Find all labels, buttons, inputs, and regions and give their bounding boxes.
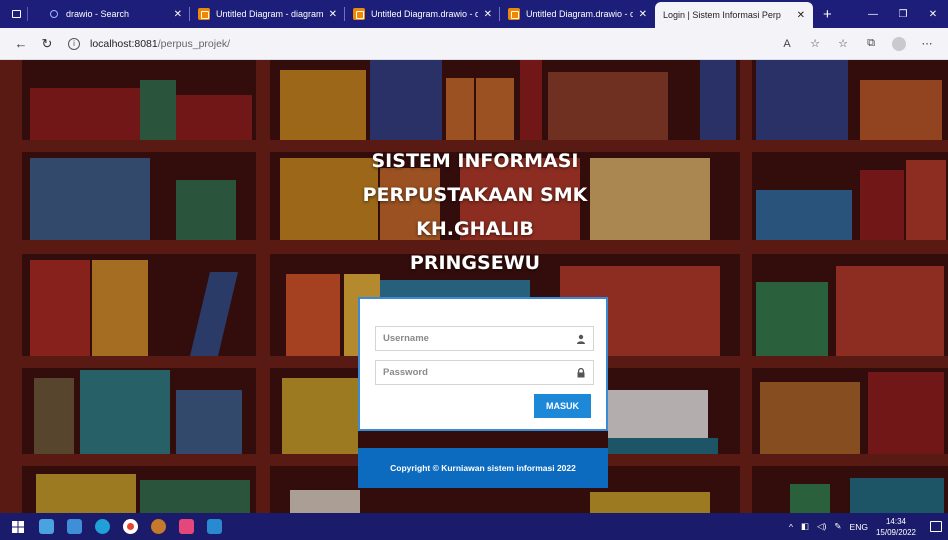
title-line: PERPUSTAKAAN SMK — [362, 184, 588, 206]
app-icon[interactable] — [144, 513, 172, 540]
drawio-icon — [353, 8, 365, 20]
clock[interactable]: 14:34 15/09/2022 — [876, 516, 916, 538]
network-icon[interactable]: ◧ — [801, 521, 809, 532]
codeblocks-icon[interactable] — [172, 513, 200, 540]
browser-tab[interactable]: Untitled Diagram.drawio - di ✕ — [500, 0, 655, 28]
page-title: SISTEM INFORMASI PERPUSTAKAAN SMK KH.GHA… — [330, 144, 620, 280]
close-icon[interactable]: ✕ — [797, 10, 805, 21]
close-icon[interactable]: ✕ — [639, 9, 647, 20]
avatar[interactable] — [892, 36, 906, 51]
restore-icon[interactable]: ❐ — [888, 9, 918, 20]
favorites-icon[interactable]: ☆ — [832, 37, 854, 50]
url-path: /perpus_projek/ — [157, 37, 231, 50]
taskbar: ^ ◧ ◁) ✎ ENG 14:34 15/09/2022 — [0, 513, 948, 540]
browser-tab[interactable]: Untitled Diagram.drawio - di ✕ — [345, 0, 500, 28]
collections-icon[interactable]: ⧉ — [860, 37, 882, 50]
search-icon — [50, 10, 58, 18]
back-icon[interactable]: ← — [8, 36, 34, 51]
close-icon[interactable]: ✕ — [484, 9, 492, 20]
login-page: SISTEM INFORMASI PERPUSTAKAAN SMK KH.GHA… — [0, 60, 948, 513]
minimize-icon[interactable]: — — [858, 9, 888, 20]
notification-icon[interactable] — [930, 521, 942, 532]
login-form: MASUK — [358, 297, 608, 431]
chevron-up-icon[interactable]: ^ — [789, 522, 793, 532]
file-explorer-icon[interactable] — [60, 513, 88, 540]
lock-icon — [577, 367, 585, 377]
address-bar-actions: A ☆ ☆ ⧉ ⋯ — [776, 36, 948, 51]
system-tray: ^ ◧ ◁) ✎ ENG 14:34 15/09/2022 — [789, 516, 948, 538]
url-field[interactable]: i localhost:8081/perpus_projek/ — [68, 37, 231, 50]
more-icon[interactable]: ⋯ — [916, 37, 938, 50]
add-favorite-icon[interactable]: ☆ — [804, 37, 826, 50]
notepad-icon[interactable] — [32, 513, 60, 540]
close-icon[interactable]: ✕ — [174, 9, 182, 20]
copyright-footer: Copyright © Kurniawan sistem informasi 2… — [358, 448, 608, 488]
username-field[interactable] — [375, 326, 594, 351]
browser-tab-strip: drawio - Search ✕ Untitled Diagram - dia… — [0, 0, 948, 28]
address-bar: ← ↻ i localhost:8081/perpus_projek/ A ☆ … — [0, 28, 948, 60]
drawio-icon — [508, 8, 520, 20]
window-controls: — ❐ ✕ — [858, 0, 948, 28]
close-window-icon[interactable]: ✕ — [918, 8, 948, 20]
title-line: SISTEM INFORMASI — [371, 150, 579, 172]
language-indicator[interactable]: ENG — [850, 522, 868, 532]
title-line: PRINGSEWU — [409, 252, 541, 274]
read-aloud-icon[interactable]: A — [776, 38, 798, 50]
username-input[interactable] — [383, 333, 576, 344]
password-field[interactable] — [375, 360, 594, 385]
login-button[interactable]: MASUK — [534, 394, 591, 418]
info-icon[interactable]: i — [68, 37, 80, 50]
title-line: KH.GHALIB — [416, 218, 534, 240]
chrome-icon[interactable] — [116, 513, 144, 540]
browser-tab-active[interactable]: Login | Sistem Informasi Perp ✕ — [655, 2, 813, 28]
browser-tab[interactable]: Untitled Diagram - diagrams ✕ — [190, 0, 345, 28]
password-input[interactable] — [383, 367, 576, 378]
tab-actions-icon[interactable] — [12, 10, 21, 18]
url-host: localhost:8081 — [90, 37, 158, 50]
user-icon — [577, 334, 585, 344]
reload-icon[interactable]: ↻ — [34, 36, 60, 52]
new-tab-button[interactable]: + — [823, 6, 832, 23]
pen-icon[interactable]: ✎ — [834, 521, 841, 532]
tab-actions[interactable] — [0, 0, 40, 28]
start-icon[interactable] — [4, 513, 32, 540]
edge-icon[interactable] — [88, 513, 116, 540]
browser-tab[interactable]: drawio - Search ✕ — [40, 0, 190, 28]
close-icon[interactable]: ✕ — [329, 9, 337, 20]
drawio-icon — [198, 8, 210, 20]
volume-icon[interactable]: ◁) — [817, 521, 826, 532]
photos-icon[interactable] — [200, 513, 228, 540]
